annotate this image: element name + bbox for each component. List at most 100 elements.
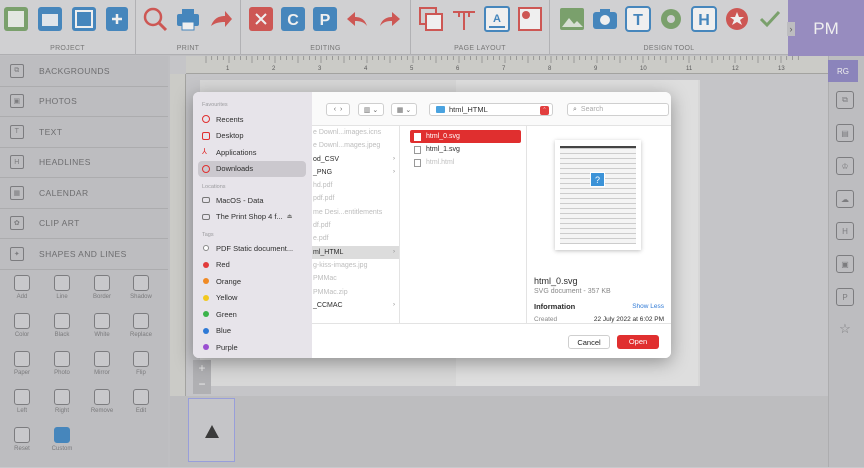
sidebar-item-photos[interactable]: ▣ PHOTOS xyxy=(0,87,168,117)
sidebar-tag-orange[interactable]: Orange xyxy=(193,273,312,290)
text-tool-icon[interactable]: T xyxy=(625,6,651,32)
file-row[interactable]: PMMac xyxy=(312,272,399,285)
tool-flip[interactable]: Flip xyxy=(121,350,161,388)
sidebar-item-shapes-and-lines[interactable]: ✦ SHAPES AND LINES xyxy=(0,239,168,270)
eject-icon[interactable]: ⏏ xyxy=(287,213,293,220)
sidebar-item-recents[interactable]: Recents xyxy=(193,111,312,128)
headline-icon[interactable]: H xyxy=(836,222,854,240)
file-row[interactable]: e Downl...images.icns xyxy=(312,126,399,139)
sidebar-tag-purple[interactable]: Purple xyxy=(193,339,312,356)
sidebar-item-applications[interactable]: ⅄ Applications xyxy=(193,144,312,161)
sidebar-tag-blue[interactable]: Blue xyxy=(193,323,312,340)
tool-line[interactable]: Line xyxy=(42,274,82,312)
tool-replace[interactable]: Replace xyxy=(121,312,161,350)
cancel-button[interactable]: Cancel xyxy=(568,335,610,349)
open-folder-icon[interactable] xyxy=(37,6,63,32)
share-icon[interactable] xyxy=(208,6,234,32)
file-row[interactable]: PMMac.zip xyxy=(312,286,399,299)
zoom-control[interactable]: + − xyxy=(193,360,211,394)
zoom-icon[interactable] xyxy=(142,6,168,32)
paste-icon[interactable]: P xyxy=(836,288,854,306)
sidebar-tag-green[interactable]: Green xyxy=(193,306,312,323)
file-row[interactable]: hd.pdf xyxy=(312,179,399,192)
sidebar-item-downloads[interactable]: Downloads xyxy=(198,160,306,177)
file-row[interactable]: pdf.pdf xyxy=(312,192,399,205)
headline-icon[interactable]: H xyxy=(691,6,717,32)
sidebar-item-text[interactable]: T TEXT xyxy=(0,117,168,148)
show-less-link[interactable]: Show Less xyxy=(632,303,664,310)
file-row[interactable]: _CCMAC › xyxy=(312,299,399,312)
file-row[interactable]: me Desi...entitlements xyxy=(312,206,399,219)
cloud-icon[interactable]: ☁ xyxy=(836,190,854,208)
star-icon[interactable] xyxy=(724,6,750,32)
print-icon[interactable] xyxy=(175,6,201,32)
file-row[interactable]: e Downl...mages.jpeg xyxy=(312,139,399,152)
tool-reset[interactable]: Reset xyxy=(2,426,42,464)
redo-icon[interactable] xyxy=(377,6,403,32)
file-row[interactable]: od_CSV › xyxy=(312,153,399,166)
right-panel-badge[interactable]: RG xyxy=(828,60,858,82)
chevron-right-icon[interactable]: › xyxy=(340,106,342,113)
crown-icon[interactable]: ♔ xyxy=(836,157,854,175)
search-field[interactable]: ⌕ Search xyxy=(567,103,669,116)
save-icon[interactable] xyxy=(3,6,29,32)
file-row[interactable]: ml_HTML › xyxy=(312,245,399,259)
sidebar-item-headlines[interactable]: H HEADLINES xyxy=(0,148,168,178)
cut-icon[interactable] xyxy=(248,6,274,32)
tool-left[interactable]: Left xyxy=(2,388,42,426)
tool-photo[interactable]: Photo xyxy=(42,350,82,388)
tool-custom[interactable]: Custom xyxy=(42,426,82,464)
text-layout-icon[interactable]: A xyxy=(484,6,510,32)
tool-right[interactable]: Right xyxy=(42,388,82,426)
undo-icon[interactable] xyxy=(344,6,370,32)
path-selector[interactable]: html_HTML ⌃ xyxy=(429,103,553,116)
star-outline-icon[interactable]: ☆ xyxy=(836,320,854,338)
view-columns-button[interactable]: ▥ ⌄ xyxy=(358,103,384,116)
tool-add[interactable]: Add xyxy=(2,274,42,312)
file-row[interactable]: e.pdf xyxy=(312,232,399,245)
sidebar-item-desktop[interactable]: Desktop xyxy=(193,128,312,145)
zoom-out-icon[interactable]: − xyxy=(193,376,211,392)
layers-icon[interactable] xyxy=(418,6,444,32)
sidebar-item-calendar[interactable]: ▦ CALENDAR xyxy=(0,178,168,209)
sidebar-tag-red[interactable]: Red xyxy=(193,257,312,274)
tool-mirror[interactable]: Mirror xyxy=(82,350,122,388)
copy-icon[interactable]: C xyxy=(280,6,306,32)
page-thumbnail[interactable] xyxy=(188,398,235,462)
sidebar-tag-yellow[interactable]: Yellow xyxy=(193,290,312,307)
back-forward-buttons[interactable]: ‹ › xyxy=(326,103,350,116)
sidebar-item-macos-data[interactable]: MacOS - Data xyxy=(193,192,312,209)
tool-shadow[interactable]: Shadow xyxy=(121,274,161,312)
check-icon[interactable] xyxy=(757,6,783,32)
chevron-right-icon[interactable]: › xyxy=(787,22,795,36)
file-row[interactable]: df.pdf xyxy=(312,219,399,232)
file-row[interactable]: g-kiss-images.jpg xyxy=(312,259,399,272)
paste-icon[interactable]: P xyxy=(312,6,338,32)
duplicate-icon[interactable]: ⧉ xyxy=(836,91,854,109)
gear-icon[interactable] xyxy=(658,6,684,32)
ruler-icon[interactable] xyxy=(451,6,477,32)
tool-white[interactable]: White xyxy=(82,312,122,350)
sidebar-item-print-shop[interactable]: The Print Shop 4 f... ⏏ xyxy=(193,209,312,226)
file-row[interactable]: html_0.svg xyxy=(410,130,521,143)
tool-border[interactable]: Border xyxy=(82,274,122,312)
tool-color[interactable]: Color xyxy=(2,312,42,350)
tool-edit[interactable]: Edit xyxy=(121,388,161,426)
tool-paper[interactable]: Paper xyxy=(2,350,42,388)
open-button[interactable]: Open xyxy=(617,335,659,349)
image-icon[interactable] xyxy=(559,6,585,32)
sidebar-tag[interactable]: PDF Static document... xyxy=(193,240,312,257)
file-row[interactable]: html.html xyxy=(410,156,521,169)
photo-icon[interactable]: ▣ xyxy=(836,255,854,273)
tool-remove[interactable]: Remove xyxy=(82,388,122,426)
tool-black[interactable]: Black xyxy=(42,312,82,350)
profile-button[interactable]: › PM xyxy=(787,0,864,57)
frame-icon[interactable] xyxy=(517,6,543,32)
sidebar-item-clip-art[interactable]: ✿ CLIP ART xyxy=(0,209,168,239)
group-view-button[interactable]: ▦ ⌄ xyxy=(391,103,417,116)
new-project-icon[interactable] xyxy=(104,6,130,32)
zoom-in-icon[interactable]: + xyxy=(193,360,211,376)
sidebar-item-backgrounds[interactable]: ⧉ BACKGROUNDS xyxy=(0,56,168,87)
camera-icon[interactable] xyxy=(592,6,618,32)
file-row[interactable]: html_1.svg xyxy=(410,143,521,156)
